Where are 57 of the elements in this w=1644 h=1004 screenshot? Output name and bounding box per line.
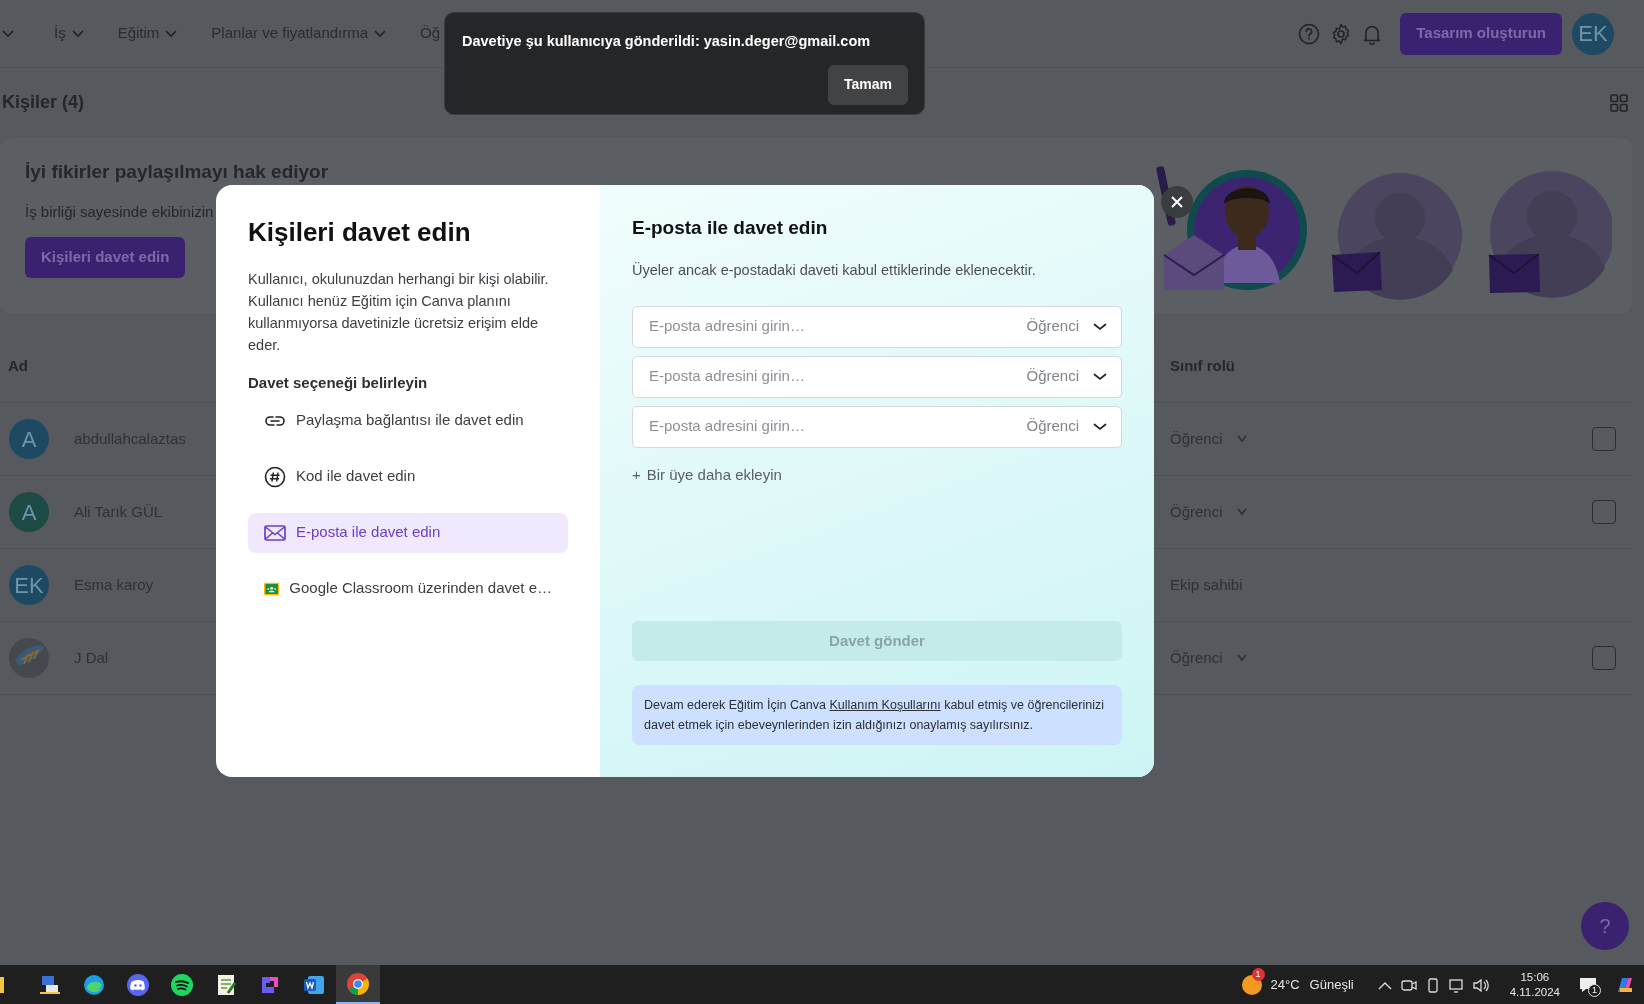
email-field[interactable]: E-posta adresini girin… Öğrenci bbox=[632, 355, 1122, 398]
role-dropdown[interactable]: Öğrenci bbox=[1026, 315, 1107, 338]
hashtag-icon bbox=[264, 465, 286, 488]
role-dropdown[interactable]: Öğrenci bbox=[1026, 365, 1107, 388]
invite-button[interactable]: Kişileri davet edin bbox=[25, 237, 186, 278]
create-design-button[interactable]: Tasarım oluşturun bbox=[1400, 12, 1562, 55]
ok-button[interactable]: Tamam bbox=[828, 64, 908, 105]
banner-text: İş birliği sayesinde ekibinizin bbox=[25, 201, 215, 222]
caret-icon bbox=[1236, 435, 1247, 443]
weather-badge: 1 bbox=[1251, 967, 1265, 981]
user-avatar bbox=[9, 638, 49, 678]
spotify-icon bbox=[170, 972, 194, 997]
dialog-title: Kişileri davet edin bbox=[248, 217, 472, 249]
invite-option[interactable]: Kod ile davet edin bbox=[248, 456, 568, 497]
plus-icon: + bbox=[632, 463, 641, 487]
checkbox[interactable] bbox=[1592, 500, 1616, 524]
panel-title: E-posta ile davet edin bbox=[632, 217, 829, 240]
invite-option[interactable]: E-posta ile davet edin bbox=[248, 512, 568, 553]
user-avatar[interactable]: EK bbox=[1572, 12, 1614, 55]
clock-date: 4.11.2024 bbox=[1509, 984, 1560, 1000]
dialog-description: Kullanıcı, okulunuzdan herhangi bir kişi olabilir. Kullanıcı henüz Eğitim için Canva planını kullanmıyorsa davetinizle ücretsiz erişim elde eder. bbox=[248, 270, 550, 356]
help-button[interactable]: ? bbox=[1581, 902, 1629, 950]
caret-icon bbox=[1236, 654, 1247, 662]
edge-icon bbox=[82, 972, 106, 997]
email-field[interactable]: E-posta adresini girin… Öğrenci bbox=[632, 405, 1122, 448]
caret-icon bbox=[71, 29, 84, 38]
caret-icon bbox=[374, 29, 387, 38]
user-avatar: EK bbox=[9, 565, 49, 605]
caret-icon bbox=[1093, 372, 1107, 381]
clock-time: 15:06 bbox=[1520, 969, 1550, 985]
terms-link[interactable]: Kullanım Koşullarını bbox=[829, 698, 941, 712]
envelope-icon bbox=[264, 524, 286, 541]
checkbox[interactable] bbox=[1592, 427, 1616, 451]
section-heading: Davet seçeneği belirleyin bbox=[248, 373, 429, 394]
email-field[interactable]: E-posta adresini girin… Öğrenci bbox=[632, 305, 1122, 348]
discord-icon bbox=[126, 972, 150, 997]
user-avatar: A bbox=[9, 419, 49, 459]
user-avatar: A bbox=[9, 492, 49, 532]
caret-icon bbox=[165, 29, 178, 38]
invite-option[interactable]: Paylaşma bağlantısı ile davet edin bbox=[248, 400, 568, 441]
invite-option[interactable]: Google Classroom üzerinden davet e… bbox=[248, 568, 568, 609]
caret-icon bbox=[2, 29, 14, 38]
panel-subtitle: Üyeler ancak e-postadaki daveti kabul ettiklerinde eklenecektir. bbox=[632, 260, 1037, 280]
close-icon bbox=[1171, 196, 1183, 208]
caret-icon bbox=[1093, 422, 1107, 431]
banner-title: İyi fikirler paylaşılmayı hak ediyor bbox=[25, 160, 329, 184]
add-member-link[interactable]: + Bir üye daha ekleyin bbox=[632, 463, 782, 487]
toast-message: Davetiye şu kullanıcıya gönderildi: yasin.deger@gmail.com bbox=[462, 32, 872, 51]
checkbox[interactable] bbox=[1592, 646, 1616, 670]
temperature: 24°C bbox=[1270, 975, 1300, 994]
role-dropdown[interactable]: Öğrenci bbox=[1026, 415, 1107, 438]
caret-icon bbox=[1093, 322, 1107, 331]
weather-condition: Güneşli bbox=[1309, 975, 1354, 994]
terms-notice: Devam ederek Eğitim İçin Canva Kullanım Koşullarını kabul etmiş ve öğrencilerinizi davet etmek için ebeveynlerinden izin aldığınızı onaylamış sayılırsınız. bbox=[632, 685, 1122, 745]
chrome-icon bbox=[346, 971, 370, 996]
taskbar-app[interactable] bbox=[336, 965, 380, 1004]
caret-icon bbox=[1236, 508, 1247, 516]
